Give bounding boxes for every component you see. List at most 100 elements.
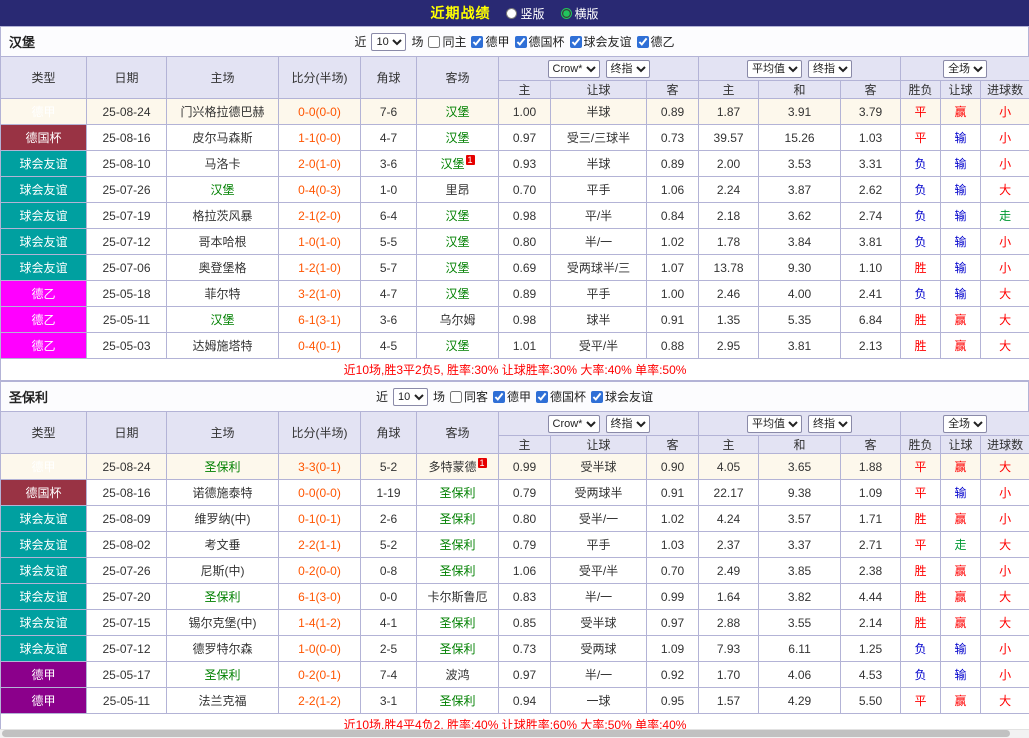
away-team-name[interactable]: 圣保利 <box>439 564 475 578</box>
home-team-name[interactable]: 菲尔特 <box>204 287 240 301</box>
match-score[interactable]: 0-2(0-0) <box>278 557 361 584</box>
fullmatch-select[interactable]: 全场 <box>943 59 988 78</box>
horizontal-radio-input[interactable] <box>560 7 572 19</box>
away-team-name[interactable]: 多特蒙德 <box>428 460 476 474</box>
match-score[interactable]: 1-4(1-2) <box>278 609 361 636</box>
venue-filter-checkbox[interactable]: 同主 <box>428 33 466 50</box>
match-score[interactable]: 3-3(0-1) <box>278 453 361 480</box>
match-score[interactable]: 0-4(0-1) <box>278 332 361 359</box>
home-team-name[interactable]: 马洛卡 <box>204 157 240 171</box>
league-filter-checkbox-input[interactable] <box>536 390 549 403</box>
home-team-name[interactable]: 维罗纳(中) <box>195 512 251 526</box>
match-score[interactable]: 0-1(0-1) <box>278 505 361 532</box>
match-score[interactable]: 1-1(0-0) <box>278 124 361 151</box>
away-team-name[interactable]: 汉堡 <box>445 287 469 301</box>
home-team-name[interactable]: 圣保利 <box>204 668 240 682</box>
away-team-name[interactable]: 圣保利 <box>439 616 475 630</box>
home-team-name[interactable]: 哥本哈根 <box>198 235 246 249</box>
odds-company-select[interactable]: Crow* <box>547 59 600 78</box>
home-team-name[interactable]: 诺德施泰特 <box>192 486 252 500</box>
home-team-name[interactable]: 德罗特尔森 <box>192 642 252 656</box>
fullmatch-select[interactable]: 全场 <box>943 414 988 433</box>
venue-filter-checkbox-input[interactable] <box>449 390 462 403</box>
home-team-name[interactable]: 考文垂 <box>204 538 240 552</box>
league-filter-checkbox-input[interactable] <box>591 390 604 403</box>
home-team-name[interactable]: 锡尔克堡(中) <box>189 616 257 630</box>
league-filter-checkbox[interactable]: 德甲 <box>471 33 510 50</box>
odds-company-select[interactable]: Crow* <box>547 414 600 433</box>
home-team-name[interactable]: 尼斯(中) <box>201 564 245 578</box>
home-team-name[interactable]: 圣保利 <box>204 590 240 604</box>
match-score[interactable]: 6-1(3-1) <box>278 306 361 333</box>
match-score[interactable]: 2-2(1-2) <box>278 687 361 714</box>
away-team-name[interactable]: 汉堡 <box>445 339 469 353</box>
result-cell: 胜 <box>900 254 942 281</box>
avg-odds-select[interactable]: 平均值 <box>747 59 803 78</box>
league-filter-checkbox[interactable]: 球会友谊 <box>569 33 632 50</box>
league-filter-checkbox[interactable]: 德甲 <box>493 388 531 405</box>
home-team-name[interactable]: 汉堡 <box>210 313 234 327</box>
home-team-name[interactable]: 皮尔马森斯 <box>192 131 252 145</box>
league-filter-checkbox[interactable]: 球会友谊 <box>591 388 653 405</box>
away-team-name[interactable]: 圣保利 <box>439 538 475 552</box>
away-team-name[interactable]: 汉堡 <box>445 261 469 275</box>
league-filter-checkbox-input[interactable] <box>471 35 484 48</box>
home-team-name[interactable]: 格拉茨风暴 <box>192 209 252 223</box>
league-filter-checkbox[interactable]: 德乙 <box>636 33 675 50</box>
avg-odds-home: 2.18 <box>698 202 760 229</box>
league-filter-checkbox-input[interactable] <box>569 35 582 48</box>
home-team-name[interactable]: 法兰克福 <box>198 694 246 708</box>
away-team-name[interactable]: 圣保利 <box>439 694 475 708</box>
match-score[interactable]: 0-0(0-0) <box>278 479 361 506</box>
match-score[interactable]: 1-2(1-0) <box>278 254 361 281</box>
home-team-name[interactable]: 达姆施塔特 <box>192 339 252 353</box>
match-row: 球会友谊 25-07-15 锡尔克堡(中) 1-4(1-2) 4-1 圣保利 0.85 受半球… <box>0 609 1029 636</box>
away-team-name[interactable]: 汉堡 <box>445 209 469 223</box>
match-score[interactable]: 2-2(1-1) <box>278 531 361 558</box>
avg-time-select[interactable]: 终指 <box>808 59 853 78</box>
away-team-name[interactable]: 汉堡 <box>445 235 469 249</box>
matches-count-select[interactable]: 10 <box>371 32 407 51</box>
layout-radio-vertical[interactable]: 竖版 <box>506 5 545 22</box>
match-score[interactable]: 2-1(2-0) <box>278 202 361 229</box>
away-team-name[interactable]: 里昂 <box>445 183 469 197</box>
match-score[interactable]: 1-0(1-0) <box>278 228 361 255</box>
away-team-name[interactable]: 卡尔斯鲁厄 <box>427 590 487 604</box>
vertical-radio-input[interactable] <box>506 7 518 19</box>
layout-radio-horizontal[interactable]: 横版 <box>560 5 599 22</box>
league-filter-checkbox[interactable]: 德国杯 <box>536 388 586 405</box>
match-score[interactable]: 6-1(3-0) <box>278 583 361 610</box>
away-team-name[interactable]: 乌尔姆 <box>439 313 475 327</box>
matches-count-select[interactable]: 10 <box>392 387 428 406</box>
corner-score: 7-6 <box>360 98 417 125</box>
away-team-name[interactable]: 圣保利 <box>439 486 475 500</box>
horizontal-scrollbar-thumb[interactable] <box>2 730 1010 737</box>
horizontal-scrollbar-track[interactable] <box>0 729 1029 738</box>
away-team-name[interactable]: 汉堡 <box>440 157 464 171</box>
away-team-name[interactable]: 圣保利 <box>439 642 475 656</box>
league-filter-checkbox[interactable]: 德国杯 <box>514 33 565 50</box>
away-team-name[interactable]: 圣保利 <box>439 512 475 526</box>
home-team-name[interactable]: 圣保利 <box>204 460 240 474</box>
away-team-name[interactable]: 汉堡 <box>445 131 469 145</box>
away-team-name[interactable]: 汉堡 <box>445 105 469 119</box>
avg-odds-select[interactable]: 平均值 <box>747 414 803 433</box>
match-score[interactable]: 0-0(0-0) <box>278 98 361 125</box>
league-filter-checkbox-input[interactable] <box>636 35 649 48</box>
match-score[interactable]: 1-0(0-0) <box>278 635 361 662</box>
match-score[interactable]: 3-2(1-0) <box>278 280 361 307</box>
venue-filter-checkbox[interactable]: 同客 <box>449 388 488 405</box>
home-team-name[interactable]: 汉堡 <box>210 183 234 197</box>
match-score[interactable]: 2-0(1-0) <box>278 150 361 177</box>
league-filter-checkbox-input[interactable] <box>514 35 527 48</box>
home-team-name[interactable]: 门兴格拉德巴赫 <box>180 105 264 119</box>
away-team-name[interactable]: 波鸿 <box>445 668 469 682</box>
match-score[interactable]: 0-4(0-3) <box>278 176 361 203</box>
avg-time-select[interactable]: 终指 <box>808 414 853 433</box>
odds-time-select[interactable]: 终指 <box>605 414 650 433</box>
league-filter-checkbox-input[interactable] <box>493 390 505 403</box>
venue-filter-checkbox-input[interactable] <box>428 35 441 48</box>
match-score[interactable]: 0-2(0-1) <box>278 661 361 688</box>
odds-time-select[interactable]: 终指 <box>605 59 650 78</box>
home-team-name[interactable]: 奥登堡格 <box>198 261 246 275</box>
